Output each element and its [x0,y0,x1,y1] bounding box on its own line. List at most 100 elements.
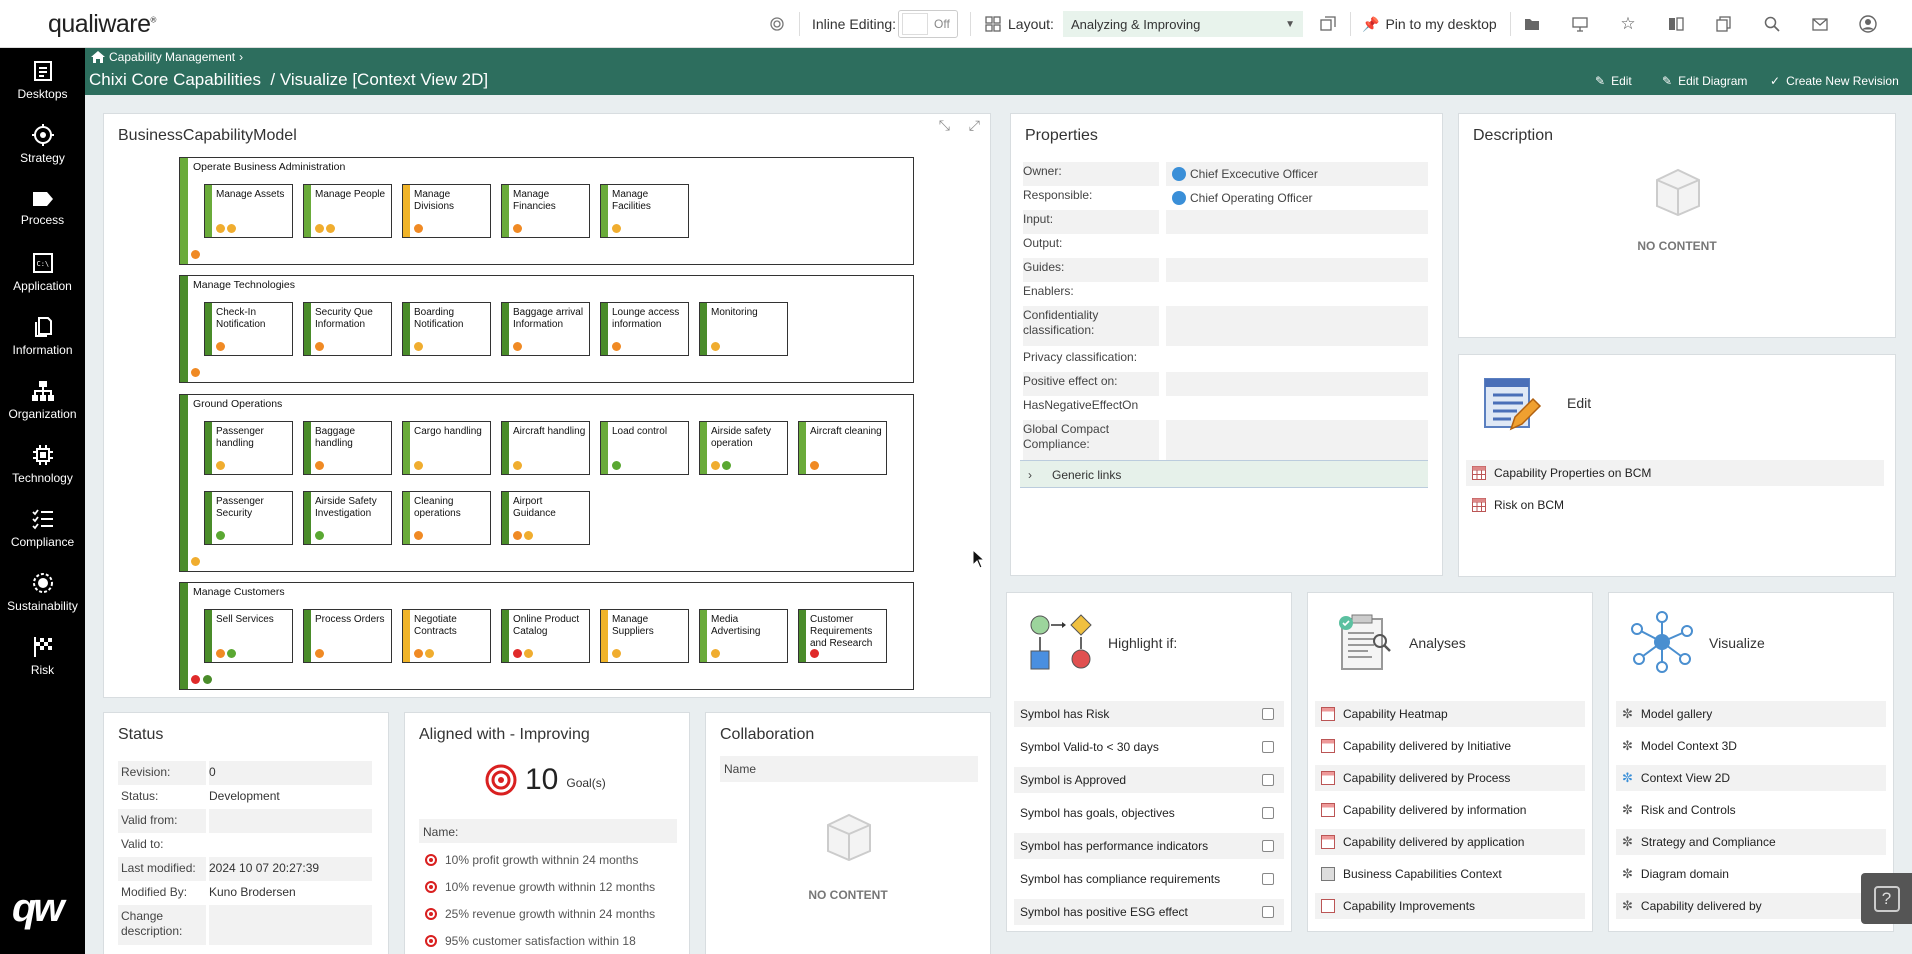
capability-box[interactable]: Airside safety operation [699,421,788,475]
windows-icon[interactable] [1308,0,1348,48]
capability-box[interactable]: Manage People [303,184,392,238]
capability-box[interactable]: Customer Requirements and Research [798,609,887,663]
capability-box[interactable]: Online Product Catalog [501,609,590,663]
sidebar-item-desktops[interactable]: Desktops [0,50,85,110]
capability-box[interactable]: Aircraft handling [501,421,590,475]
copy-icon[interactable] [1704,0,1744,48]
capability-box[interactable]: Manage Financies [501,184,590,238]
search-icon[interactable] [1752,0,1792,48]
capability-box[interactable]: Airside Safety Investigation [303,491,392,545]
capability-box[interactable]: Passenger handling [204,421,293,475]
folder-icon[interactable] [1512,0,1552,48]
sidebar-item-process[interactable]: Process [0,178,85,238]
fingerprint-icon[interactable] [757,0,797,48]
qualiware-logo[interactable]: qualiware® [48,10,156,39]
edit-diagram-button[interactable]: ✎ Edit Diagram [1662,74,1747,88]
generic-links-toggle[interactable]: › Generic links [1020,460,1428,488]
analysis-link[interactable]: Business Capabilities Context [1315,861,1585,887]
capability-box[interactable]: Boarding Notification [402,302,491,356]
capability-box[interactable]: Manage Facilities [600,184,689,238]
capability-group[interactable]: Ground Operations Passenger handling Bagga… [179,394,914,572]
sidebar-item-strategy[interactable]: Strategy [0,114,85,174]
goal-item[interactable]: 10% profit growth withnin 24 months [419,847,675,873]
visualize-link[interactable]: ✼ Diagram domain [1616,861,1886,887]
capability-box[interactable]: Load control [600,421,689,475]
capability-box[interactable]: Passenger Security [204,491,293,545]
visualize-link[interactable]: ✼ Strategy and Compliance [1616,829,1886,855]
highlight-option[interactable]: Symbol has performance indicators [1014,833,1284,859]
capability-group[interactable]: Manage Customers Sell Services Process Ord… [179,582,914,690]
visualize-link[interactable]: ✼ Risk and Controls [1616,797,1886,823]
sidebar-item-application[interactable]: C:\ Application [0,242,85,302]
capability-box[interactable]: Baggage arrival Information [501,302,590,356]
presentation-icon[interactable] [1560,0,1600,48]
capability-group[interactable]: Operate Business Administration Manage As… [179,157,914,265]
create-revision-button[interactable]: ✓ Create New Revision [1770,74,1899,88]
property-value-text[interactable]: Chief Operating Officer [1190,191,1313,205]
highlight-checkbox[interactable] [1262,840,1274,852]
star-icon[interactable]: ☆ [1608,0,1648,48]
highlight-checkbox[interactable] [1262,807,1274,819]
property-value[interactable]: Chief Operating Officer [1166,186,1428,210]
sidebar-item-information[interactable]: Information [0,306,85,366]
analysis-link[interactable]: Capability delivered by application [1315,829,1585,855]
capability-box[interactable]: Manage Divisions [402,184,491,238]
analysis-link[interactable]: Capability Improvements [1315,893,1585,919]
compare-icon[interactable] [1656,0,1696,48]
capability-group[interactable]: Manage Technologies Check-In Notification… [179,275,914,383]
highlight-option[interactable]: Symbol has goals, objectives [1014,800,1284,826]
highlight-checkbox[interactable] [1262,906,1274,918]
property-value-text[interactable]: Chief Excecutive Officer [1190,167,1318,181]
analysis-link[interactable]: Capability delivered by Process [1315,765,1585,791]
edit-link-capability-properties[interactable]: Capability Properties on BCM [1466,460,1884,486]
highlight-option[interactable]: Symbol Valid-to < 30 days [1014,734,1284,760]
capability-box[interactable]: Aircraft cleaning [798,421,887,475]
capability-box[interactable]: Process Orders [303,609,392,663]
edit-button[interactable]: ✎ Edit [1595,74,1632,88]
layout-select[interactable]: Analyzing & Improving ▼ [1063,0,1303,48]
inline-editing-toggle[interactable]: Off [898,0,958,48]
highlight-option[interactable]: Symbol has positive ESG effect [1014,899,1284,925]
capability-box[interactable]: Airport Guidance [501,491,590,545]
highlight-option[interactable]: Symbol has Risk [1014,701,1284,727]
highlight-checkbox[interactable] [1262,873,1274,885]
capability-diagram[interactable]: Operate Business Administration Manage As… [104,114,990,697]
sidebar-item-organization[interactable]: Organization [0,370,85,430]
capability-box[interactable]: Media Advertising [699,609,788,663]
capability-box[interactable]: Check-In Notification [204,302,293,356]
goal-item[interactable]: 25% revenue growth withnin 24 months [419,901,675,927]
visualize-link[interactable]: ✼ Model gallery [1616,701,1886,727]
breadcrumb-item[interactable]: Capability Management [109,50,235,64]
sidebar-item-compliance[interactable]: Compliance [0,498,85,558]
highlight-checkbox[interactable] [1262,708,1274,720]
help-button[interactable]: ? [1861,873,1912,924]
capability-box[interactable]: Security Que Information [303,302,392,356]
sidebar-item-risk[interactable]: Risk [0,626,85,686]
pin-to-desktop-button[interactable]: 📌 Pin to my desktop [1362,0,1497,48]
breadcrumb[interactable]: Capability Management › [91,50,243,64]
visualize-link[interactable]: ✼ Model Context 3D [1616,733,1886,759]
mail-icon[interactable] [1800,0,1840,48]
analysis-link[interactable]: Capability delivered by Initiative [1315,733,1585,759]
capability-box[interactable]: Monitoring [699,302,788,356]
capability-box[interactable]: Manage Assets [204,184,293,238]
highlight-option[interactable]: Symbol is Approved [1014,767,1284,793]
goal-item[interactable]: 10% revenue growth withnin 12 months [419,874,675,900]
capability-box[interactable]: Cargo handling [402,421,491,475]
capability-box[interactable]: Negotiate Contracts [402,609,491,663]
goal-item[interactable]: 95% customer satisfaction within 18 [419,928,675,954]
highlight-option[interactable]: Symbol has compliance requirements [1014,866,1284,892]
visualize-link[interactable]: ✼ Context View 2D [1616,765,1886,791]
property-value[interactable]: Chief Excecutive Officer [1166,162,1428,186]
capability-box[interactable]: Baggage handling [303,421,392,475]
sidebar-item-sustainability[interactable]: Sustainability [0,562,85,622]
analysis-link[interactable]: Capability delivered by information [1315,797,1585,823]
capability-box[interactable]: Sell Services [204,609,293,663]
highlight-checkbox[interactable] [1262,774,1274,786]
capability-box[interactable]: Cleaning operations [402,491,491,545]
capability-box[interactable]: Lounge access information [600,302,689,356]
analysis-link[interactable]: Capability Heatmap [1315,701,1585,727]
edit-link-risk[interactable]: Risk on BCM [1466,492,1884,518]
user-account-icon[interactable] [1848,0,1888,48]
sidebar-item-technology[interactable]: Technology [0,434,85,494]
